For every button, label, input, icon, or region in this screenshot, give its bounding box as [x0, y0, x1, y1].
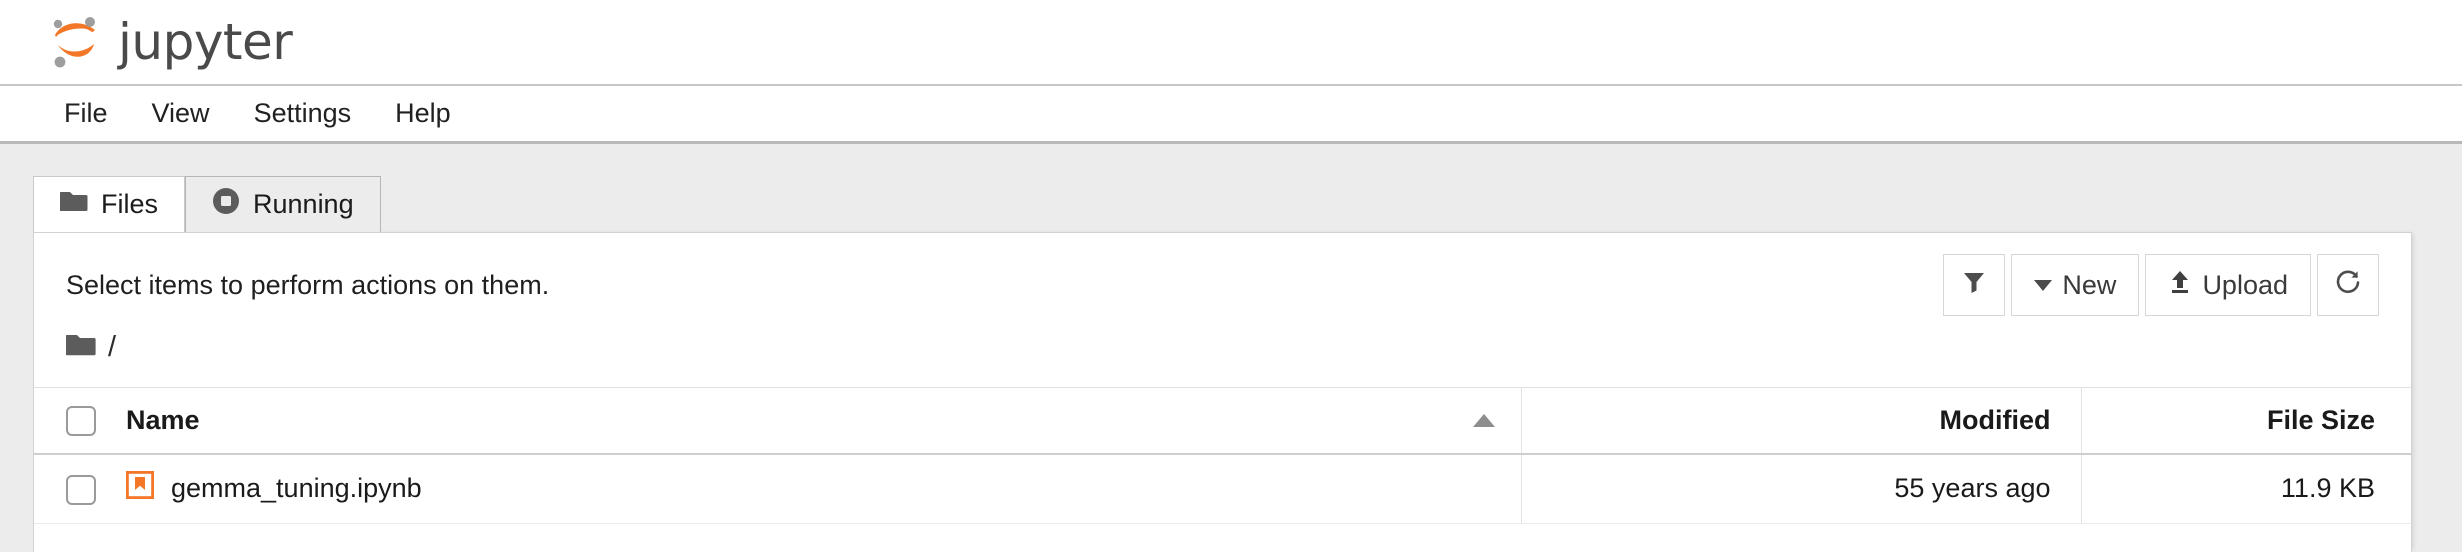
breadcrumb-root-path[interactable]: / [108, 331, 116, 364]
file-name-link[interactable]: gemma_tuning.ipynb [171, 473, 422, 504]
select-all-header [34, 388, 126, 454]
tab-files[interactable]: Files [33, 176, 186, 232]
breadcrumb[interactable]: / [34, 311, 2411, 387]
tab-running-label: Running [253, 189, 354, 219]
menu-item-settings[interactable]: Settings [232, 92, 374, 135]
notebook-icon [125, 471, 155, 506]
file-browser-panel: Select items to perform actions on them.… [33, 232, 2412, 552]
folder-icon [59, 189, 88, 220]
menu-item-file[interactable]: File [42, 92, 130, 135]
table-row[interactable]: gemma_tuning.ipynb 55 years ago 11.9 KB [34, 453, 2411, 524]
menu-item-help[interactable]: Help [373, 92, 473, 135]
select-items-hint: Select items to perform actions on them. [66, 269, 550, 300]
filter-funnel-icon [1961, 269, 1987, 302]
action-row: Select items to perform actions on them.… [34, 233, 2411, 316]
jupyter-wordmark: jupyter [118, 13, 293, 71]
name-header-label: Name [126, 404, 200, 435]
new-button[interactable]: New [2011, 254, 2140, 316]
filesize-header[interactable]: File Size [2080, 387, 2411, 454]
file-toolbar: New Upload [1943, 254, 2379, 316]
name-header[interactable]: Name [126, 388, 1521, 454]
jupyter-logo-icon [48, 11, 104, 73]
select-all-checkbox[interactable] [66, 406, 96, 437]
refresh-icon [2334, 268, 2362, 303]
new-button-label: New [2062, 269, 2117, 300]
tab-files-label: Files [101, 189, 159, 219]
file-table-body: gemma_tuning.ipynb 55 years ago 11.9 KB [34, 453, 2411, 524]
sort-ascending-icon [1472, 413, 1495, 427]
tab-strip: Files Running [0, 176, 2462, 232]
row-select-cell [34, 453, 126, 524]
menu-item-view[interactable]: View [130, 92, 232, 135]
modified-header[interactable]: Modified [1520, 387, 2081, 454]
row-name-cell: gemma_tuning.ipynb [125, 453, 1521, 524]
workspace: Files Running Select items to perform ac… [0, 144, 2462, 552]
stop-circle-icon [212, 187, 240, 222]
upload-arrow-icon [2168, 269, 2192, 302]
row-checkbox[interactable] [66, 474, 96, 505]
file-table-head: Name Modified File Size [34, 387, 2411, 454]
tab-running[interactable]: Running [185, 176, 381, 232]
folder-icon [65, 332, 96, 363]
refresh-button[interactable] [2317, 254, 2379, 316]
filter-button[interactable] [1943, 254, 2006, 316]
menu-bar: File View Settings Help [0, 86, 2462, 144]
upload-button-label: Upload [2202, 269, 2288, 300]
row-modified-cell: 55 years ago [1520, 453, 2081, 524]
file-table: Name Modified File Size gemma_tuning.ipy… [34, 387, 2411, 524]
upload-button[interactable]: Upload [2145, 254, 2311, 316]
jupyter-logo[interactable]: jupyter [48, 11, 293, 73]
file-table-header-row: Name Modified File Size [34, 387, 2411, 454]
caret-down-icon [2034, 279, 2053, 291]
brand-bar: jupyter [0, 0, 2462, 86]
row-filesize-cell: 11.9 KB [2080, 453, 2411, 524]
